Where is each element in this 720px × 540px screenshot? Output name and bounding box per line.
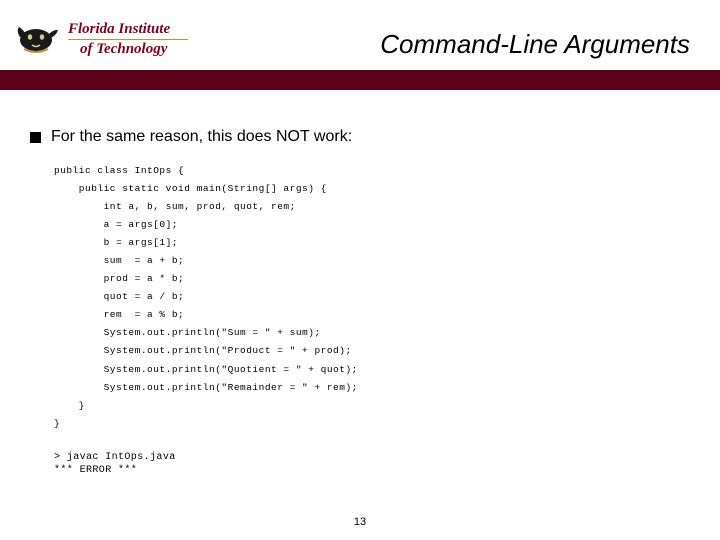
bullet-square-icon [30, 132, 41, 143]
bullet-item: For the same reason, this does NOT work: [30, 128, 690, 146]
institution-name-line2: of Technology [80, 42, 188, 57]
institution-logo: Florida Institute of Technology [14, 21, 188, 57]
code-block: public class IntOps { public static void… [54, 162, 690, 433]
institution-name: Florida Institute of Technology [68, 22, 188, 57]
page-number: 13 [0, 516, 720, 528]
slide-header: Florida Institute of Technology Command-… [0, 0, 720, 70]
panther-icon [14, 21, 62, 57]
logo-divider [68, 39, 188, 40]
slide-content: For the same reason, this does NOT work:… [0, 90, 720, 477]
slide-title: Command-Line Arguments [188, 19, 706, 60]
bullet-text: For the same reason, this does NOT work: [51, 128, 352, 146]
institution-name-line1: Florida Institute [68, 22, 188, 37]
terminal-output: > javac IntOps.java *** ERROR *** [54, 451, 690, 477]
title-underline-bar [0, 70, 720, 90]
